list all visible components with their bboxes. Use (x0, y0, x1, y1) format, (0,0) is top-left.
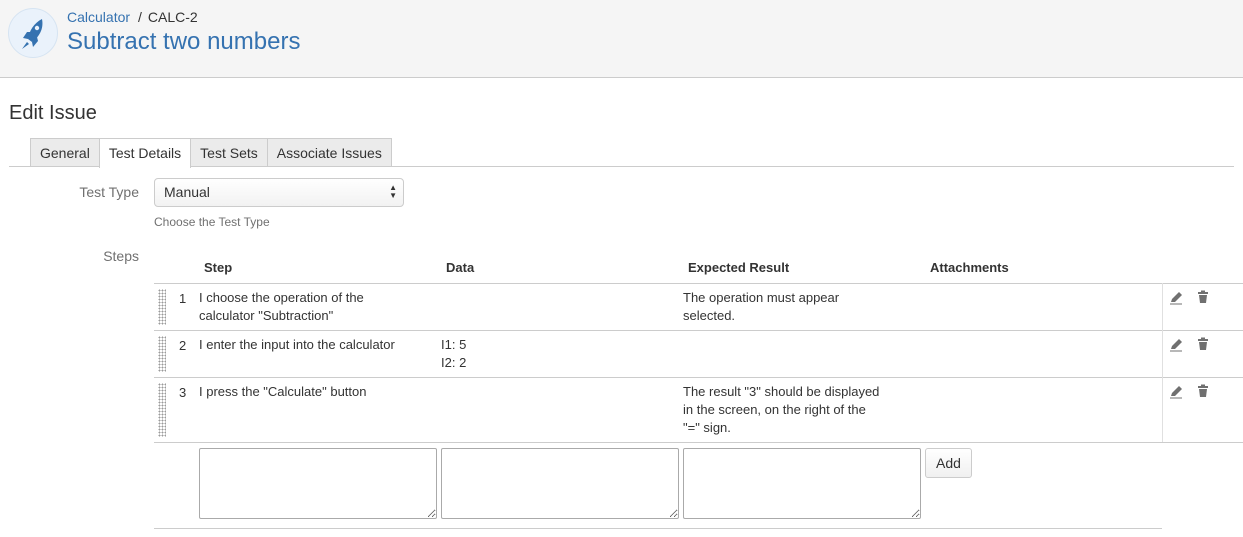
step-number: 1 (179, 291, 187, 306)
issue-title[interactable]: Subtract two numbers (67, 28, 300, 56)
rocket-icon (22, 19, 43, 49)
test-type-label: Test Type (79, 184, 139, 200)
expected-text-line: The operation must appear (683, 290, 840, 305)
data-cell: I1: 5 I2: 2 (441, 336, 676, 372)
step-number: 2 (179, 338, 187, 353)
select-arrows-icon: ▲ ▼ (389, 183, 397, 200)
breadcrumb: Calculator / CALC-2 (67, 9, 198, 25)
breadcrumb-separator: / (138, 9, 142, 25)
column-header-attachments: Attachments (930, 260, 1009, 275)
trash-icon[interactable] (1196, 290, 1210, 304)
step-text-line: I press the "Calculate" button (199, 384, 367, 399)
pencil-icon[interactable] (1169, 338, 1183, 352)
expected-result-cell: The result "3" should be displayed in th… (683, 383, 918, 437)
expected-text-line: in the screen, on the right of the (683, 402, 866, 417)
step-cell: I choose the operation of the calculator… (199, 289, 434, 325)
expected-text-line: The result "3" should be displayed (683, 384, 880, 399)
data-text-line: I1: 5 (441, 337, 467, 352)
column-header-expected-result: Expected Result (688, 260, 790, 275)
step-text-line: calculator "Subtraction" (199, 308, 334, 323)
new-data-textarea[interactable] (441, 448, 679, 519)
steps-label: Steps (103, 248, 139, 264)
row-divider (154, 330, 1243, 331)
new-step-textarea[interactable] (199, 448, 437, 519)
tab-associate-issues[interactable]: Associate Issues (266, 138, 392, 167)
pencil-icon[interactable] (1169, 385, 1183, 399)
row-divider (154, 377, 1243, 378)
expected-text-line: selected. (683, 308, 736, 323)
row-divider (154, 442, 1243, 443)
column-header-data: Data (446, 260, 475, 275)
drag-handle-icon[interactable] (158, 289, 166, 325)
actions-column-divider (1162, 283, 1163, 442)
data-text-line: I2: 2 (441, 355, 467, 370)
drag-handle-icon[interactable] (158, 336, 166, 372)
trash-icon[interactable] (1196, 384, 1210, 398)
step-cell: I press the "Calculate" button (199, 383, 434, 401)
step-number: 3 (179, 385, 187, 400)
pencil-icon[interactable] (1169, 291, 1183, 305)
step-text-line: I enter the input into the calculator (199, 337, 395, 352)
page-title: Edit Issue (9, 102, 97, 124)
row-divider (154, 283, 1243, 284)
drag-handle-icon[interactable] (158, 383, 166, 437)
tab-divider (9, 166, 1234, 167)
new-expected-result-textarea[interactable] (683, 448, 921, 519)
column-header-step: Step (204, 260, 233, 275)
tab-test-sets[interactable]: Test Sets (190, 138, 268, 167)
expected-text-line: "=" sign. (683, 420, 731, 435)
test-type-help: Choose the Test Type (154, 215, 270, 229)
step-text-line: I choose the operation of the (199, 290, 364, 305)
test-type-value: Manual (164, 184, 210, 200)
issue-key-link[interactable]: CALC-2 (148, 9, 198, 25)
tab-bar: General Test Details Test Sets Associate… (30, 138, 392, 168)
issue-header: Calculator / CALC-2 Subtract two numbers (0, 0, 1243, 78)
table-bottom-divider (154, 528, 1162, 529)
test-type-select[interactable]: Manual ▲ ▼ (154, 178, 404, 207)
expected-result-cell: The operation must appear selected. (683, 289, 918, 325)
add-step-button[interactable]: Add (925, 448, 972, 478)
project-link[interactable]: Calculator (67, 9, 130, 25)
step-cell: I enter the input into the calculator (199, 336, 434, 354)
tab-general[interactable]: General (30, 138, 100, 167)
trash-icon[interactable] (1196, 337, 1210, 351)
project-avatar[interactable] (8, 8, 58, 58)
tab-test-details[interactable]: Test Details (98, 138, 192, 168)
